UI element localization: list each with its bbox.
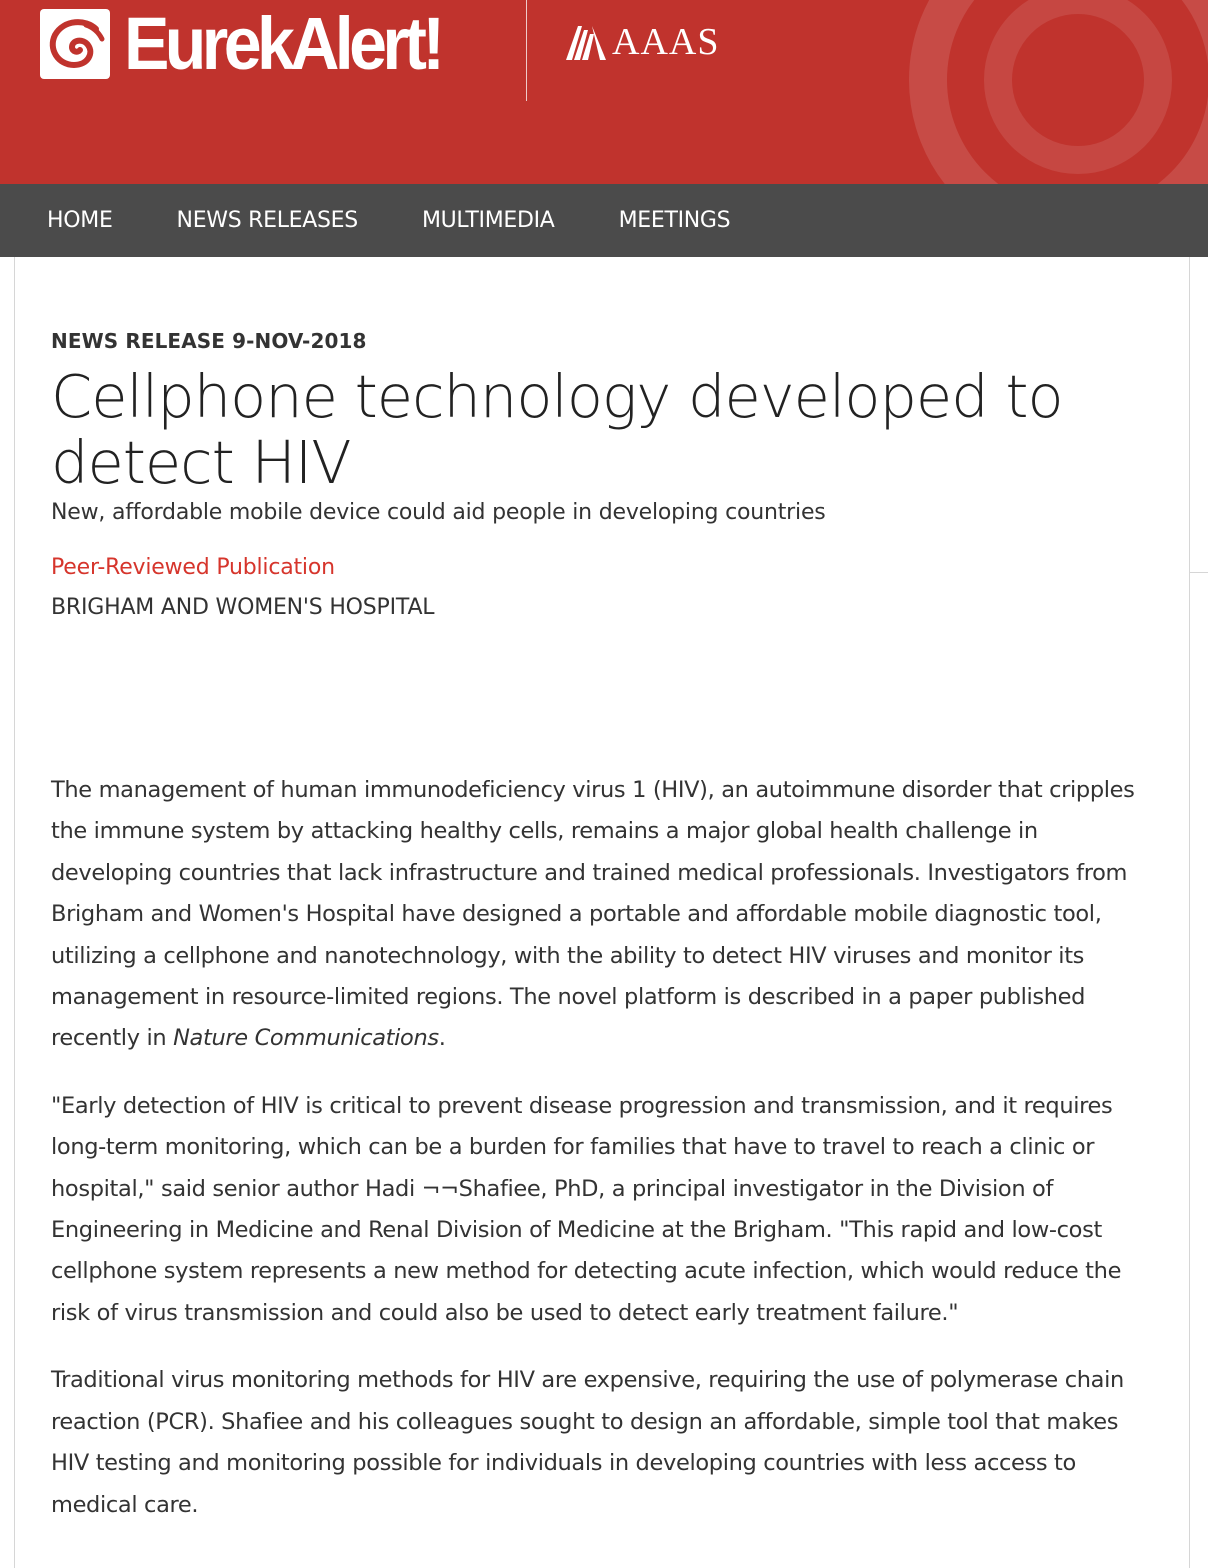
page-title: Cellphone technology developed to detect… bbox=[51, 362, 1064, 497]
aaas-logo[interactable]: AAAS bbox=[564, 20, 719, 64]
article-body: The management of human immunodeficiency… bbox=[51, 770, 1161, 1552]
site-header: EurekAlert! AAAS bbox=[0, 0, 1208, 184]
paragraph-text-end: . bbox=[438, 1025, 446, 1052]
nav-news-releases[interactable]: NEWS RELEASES bbox=[177, 208, 359, 233]
paragraph-text: The management of human immunodeficiency… bbox=[51, 777, 1135, 1052]
peer-reviewed-link[interactable]: Peer-Reviewed Publication bbox=[51, 550, 335, 586]
nav-meetings[interactable]: MEETINGS bbox=[619, 208, 731, 233]
background-swirl-icon bbox=[909, 0, 1208, 184]
body-paragraph: Traditional virus monitoring methods for… bbox=[51, 1367, 1124, 1518]
main-nav: HOME NEWS RELEASES MULTIMEDIA MEETINGS bbox=[0, 184, 1208, 257]
institution-name: BRIGHAM AND WOMEN'S HOSPITAL bbox=[51, 595, 435, 620]
sidebar-divider bbox=[1190, 572, 1208, 573]
article-header: NEWS RELEASE 9-NOV-2018 Cellphone techno… bbox=[51, 322, 1161, 626]
nav-multimedia[interactable]: MULTIMEDIA bbox=[422, 208, 555, 233]
eurekalert-wordmark: EurekAlert! bbox=[124, 2, 445, 85]
body-paragraph: The management of human immunodeficiency… bbox=[51, 770, 1161, 1060]
aaas-mark-icon bbox=[566, 26, 606, 60]
eurekalert-swirl-icon bbox=[40, 9, 110, 79]
eurekalert-logo[interactable]: EurekAlert! bbox=[40, 4, 468, 84]
body-paragraph: "Early detection of HIV is critical to p… bbox=[51, 1092, 1122, 1326]
release-date-line: NEWS RELEASE 9-NOV-2018 bbox=[51, 329, 367, 353]
page-subtitle: New, affordable mobile device could aid … bbox=[51, 500, 826, 525]
nav-home[interactable]: HOME bbox=[47, 208, 113, 233]
aaas-wordmark: AAAS bbox=[612, 21, 720, 63]
header-divider bbox=[526, 0, 527, 101]
journal-name: Nature Communications bbox=[173, 1025, 439, 1052]
